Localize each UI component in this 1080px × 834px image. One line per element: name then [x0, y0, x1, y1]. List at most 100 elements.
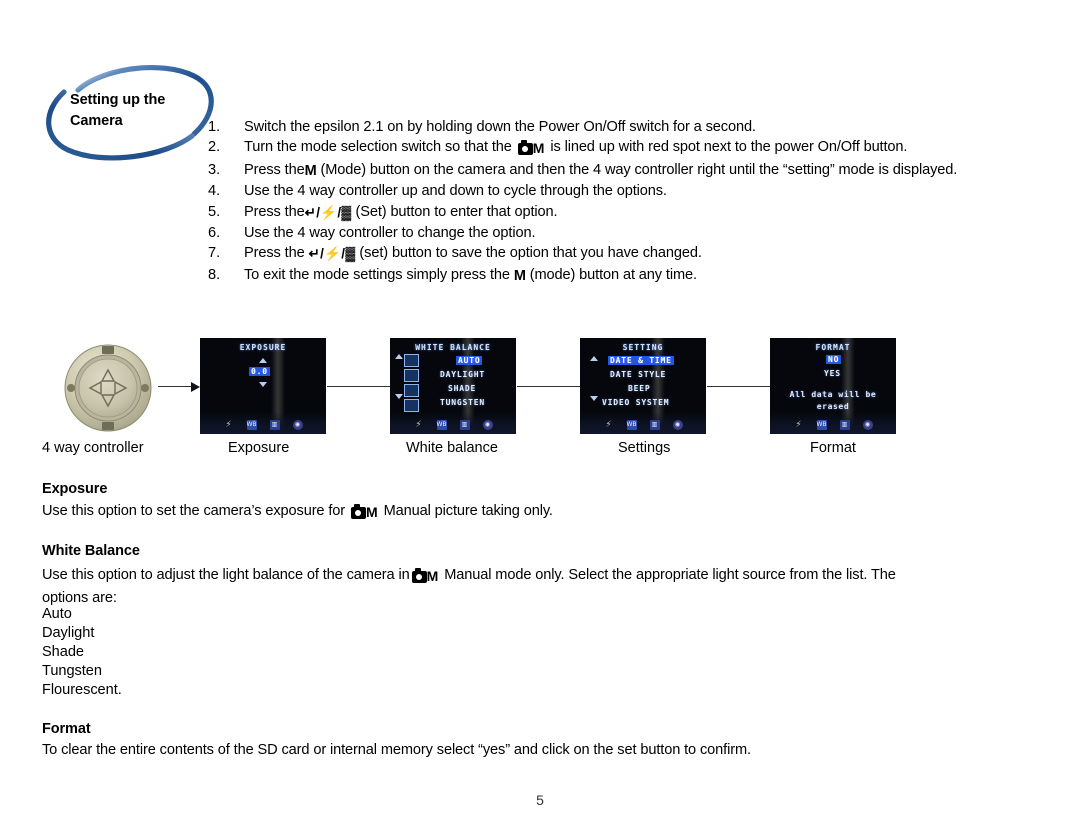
lcd-title: FORMAT: [815, 343, 851, 352]
wb-shade-icon: [404, 384, 419, 397]
page-number: 5: [536, 792, 544, 808]
flow-caption-settings: Settings: [618, 440, 671, 456]
wb-text-before: Use this option to adjust the light bala…: [42, 567, 410, 583]
lcd-title: EXPOSURE: [239, 343, 287, 352]
flow-caption-controller: 4 way controller: [42, 440, 144, 456]
set-button-icon: ↵/⚡/▓: [308, 246, 356, 262]
flow-caption-format: Format: [810, 440, 856, 456]
lcd-option[interactable]: VIDEO SYSTEM: [602, 398, 669, 407]
lcd-value: 0.0: [249, 367, 270, 376]
mode-button-icon: M: [513, 267, 526, 284]
lcd-note-line-2: erased: [816, 402, 850, 411]
wb-option-flourescent: Flourescent.: [42, 682, 122, 698]
lcd-option[interactable]: AUTO: [456, 356, 483, 365]
flash-off-icon: ⚡: [225, 420, 232, 430]
drive-mode-icon: ▥: [649, 420, 660, 430]
step-text-fragment: Press the: [244, 161, 305, 178]
lcd-title: WHITE BALANCE: [415, 343, 491, 352]
section-header-block: Setting up the Camera: [42, 62, 232, 174]
wb-source-icons: [404, 354, 419, 412]
lcd-option[interactable]: SHADE: [448, 384, 476, 393]
step-text-fragment: Use the 4 way controller up and down to …: [244, 183, 667, 200]
flash-off-icon: ⚡: [605, 420, 612, 430]
white-balance-icon: WB: [436, 420, 447, 430]
step-number: 7.: [208, 245, 221, 262]
flash-off-icon: ⚡: [415, 420, 422, 430]
flow-arrow-1: [158, 382, 200, 392]
lcd-option[interactable]: DAYLIGHT: [440, 370, 485, 379]
lcd-option[interactable]: DATE & TIME: [608, 356, 674, 365]
step-text-fragment: (set) button to save the option that you…: [355, 245, 702, 262]
heading-exposure: Exposure: [42, 481, 108, 497]
set-icon: ◉: [482, 420, 493, 430]
camera-mode-icon: M: [517, 138, 545, 159]
lcd-option[interactable]: NO: [826, 355, 842, 364]
manual-mode-letter: M: [532, 140, 545, 157]
step-text-fragment: (mode) button at any time.: [525, 266, 697, 283]
step-text: Press the↵/⚡/▓ (Set) button to enter tha…: [244, 202, 1018, 223]
white-balance-icon: WB: [816, 420, 827, 430]
wb-option-shade: Shade: [42, 644, 84, 660]
step-number: 8.: [208, 266, 221, 283]
white-balance-icon: WB: [246, 420, 257, 430]
step-number: 3.: [208, 161, 221, 178]
set-button-icon: ↵/⚡/▓: [304, 204, 352, 220]
flow-screen-white-balance: WHITE BALANCE AUTO DAYLIGHT SHADE TUNGST…: [390, 338, 516, 456]
flow-caption-exposure: Exposure: [228, 440, 290, 456]
page-title: Setting up the Camera: [70, 92, 166, 130]
lcd-settings: SETTING DATE & TIME DATE STYLE BEEP VIDE…: [580, 338, 706, 434]
lcd-icon-bar: ⚡ WB ▥ ◉: [580, 420, 706, 431]
lcd-option[interactable]: BEEP: [628, 384, 650, 393]
step-text-fragment: Press the: [244, 203, 305, 220]
mode-button-icon: M: [304, 162, 317, 179]
step-text: Switch the epsilon 2.1 on by holding dow…: [244, 117, 1018, 137]
up-arrow-icon: [259, 358, 267, 363]
step-number: 4.: [208, 183, 221, 200]
step-text: Turn the mode selection switch so that t…: [244, 137, 1018, 159]
setup-step: 7. Press the ↵/⚡/▓ (set) button to save t…: [208, 243, 1018, 264]
step-text-fragment: Switch the epsilon 2.1 on by holding dow…: [244, 119, 756, 135]
setup-steps-list: 1. Switch the epsilon 2.1 on by holding d…: [208, 117, 1018, 286]
setup-step: 2. Turn the mode selection switch so that…: [208, 137, 1018, 159]
paragraph-exposure: Use this option to set the camera’s expo…: [42, 501, 942, 524]
camera-mode-icon: M: [411, 566, 438, 588]
lcd-format: FORMAT NO YES All data will be erased ⚡ …: [770, 338, 896, 434]
flow-caption-white-balance: White balance: [406, 440, 498, 456]
paragraph-format: To clear the entire contents of the SD c…: [42, 742, 751, 758]
wb-option-tungsten: Tungsten: [42, 663, 102, 679]
step-text: Use the 4 way controller to change the o…: [244, 223, 1018, 243]
step-text-fragment: Turn the mode selection switch so that t…: [244, 139, 516, 156]
flow-screen-exposure: EXPOSURE 0.0 ⚡ WB ▥ ◉ Exposure: [200, 338, 326, 456]
heading-format: Format: [42, 721, 91, 737]
lcd-icon-bar: ⚡ WB ▥ ◉: [770, 420, 896, 431]
step-text: To exit the mode settings simply press t…: [244, 265, 1018, 286]
step-text-fragment: (Mode) button on the camera and then the…: [316, 161, 958, 178]
up-arrow-icon: [590, 356, 598, 361]
lcd-option[interactable]: YES: [824, 369, 841, 378]
step-text-fragment: Use the 4 way controller to change the o…: [244, 225, 536, 242]
set-icon: ◉: [292, 420, 303, 430]
lcd-white-balance: WHITE BALANCE AUTO DAYLIGHT SHADE TUNGST…: [390, 338, 516, 434]
step-number: 2.: [208, 139, 221, 156]
four-way-controller-icon: [62, 342, 154, 434]
setup-step: 1. Switch the epsilon 2.1 on by holding d…: [208, 117, 1018, 137]
down-arrow-icon: [590, 396, 598, 401]
wb-daylight-icon: [404, 369, 419, 382]
paragraph-white-balance: Use this option to adjust the light bala…: [42, 565, 927, 609]
up-arrow-icon: [395, 354, 403, 359]
step-text: Use the 4 way controller up and down to …: [244, 181, 1018, 201]
set-icon: ◉: [862, 420, 873, 430]
step-text-fragment: (Set) button to enter that option.: [351, 203, 558, 220]
menu-flow-diagram: 4 way controller EXPOSURE 0.0 ⚡ WB ▥ ◉ E…: [40, 338, 1040, 456]
wb-tungsten-icon: [404, 399, 419, 412]
step-number: 5.: [208, 203, 221, 220]
lcd-option[interactable]: TUNGSTEN: [440, 398, 485, 407]
lcd-exposure: EXPOSURE 0.0 ⚡ WB ▥ ◉: [200, 338, 326, 434]
down-arrow-icon: [259, 382, 267, 387]
set-icon: ◉: [672, 420, 683, 430]
camera-mode-icon: M: [350, 502, 378, 524]
camera-body-icon: [517, 140, 533, 156]
step-number: 1.: [208, 119, 221, 135]
lcd-option[interactable]: DATE STYLE: [610, 370, 666, 379]
step-text: Press theM (Mode) button on the camera a…: [244, 160, 1018, 181]
